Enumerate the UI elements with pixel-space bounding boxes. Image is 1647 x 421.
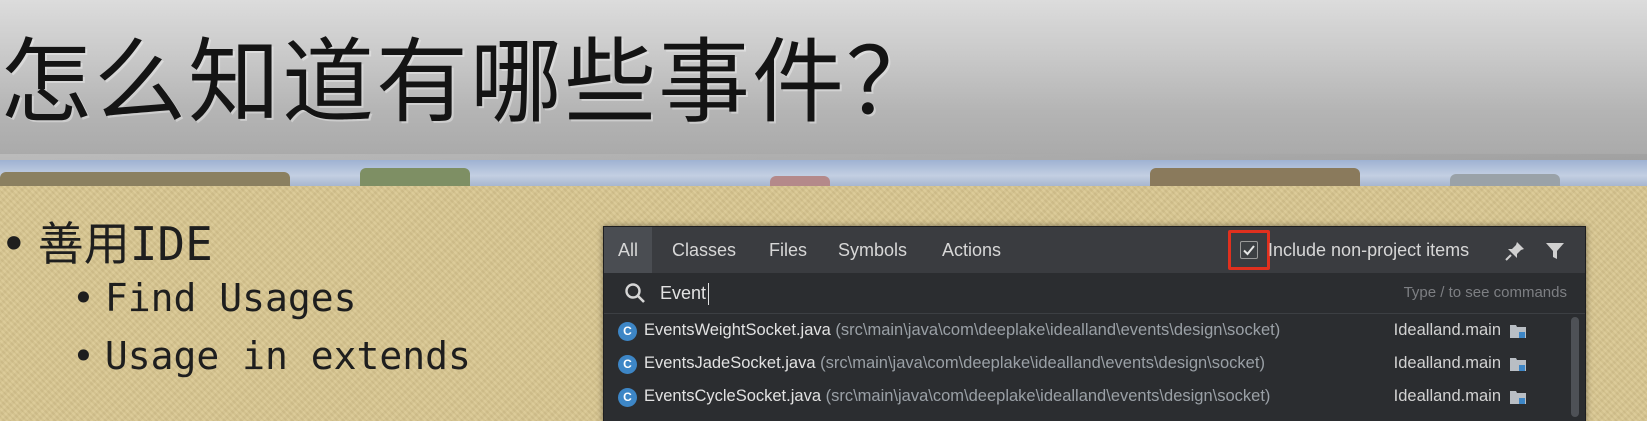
terrain-block: [770, 176, 830, 186]
result-filename: EventsWeightSocket.java: [644, 321, 831, 339]
bullet-dot: •: [72, 276, 95, 320]
result-row[interactable]: C EventsJadeSocket.java (src\main\java\c…: [604, 347, 1585, 380]
module-folder-icon: [1510, 325, 1526, 338]
slide-title: 怎么知道有哪些事件？: [0, 29, 941, 136]
terrain-block: [1450, 174, 1560, 186]
class-icon: C: [618, 355, 637, 374]
search-everywhere-popup: All Classes Files Symbols Actions Includ…: [603, 226, 1586, 421]
check-icon: [1243, 245, 1255, 256]
search-input[interactable]: [660, 277, 1300, 309]
search-row: Type / to see commands: [604, 273, 1585, 314]
include-non-project-checkbox[interactable]: [1240, 241, 1258, 259]
sub-bullet: • Usage in extends: [72, 334, 471, 378]
result-filename: EventsJadeSocket.java: [644, 354, 816, 372]
sub-bullet-text: Find Usages: [104, 276, 357, 320]
result-module: Idealland.main: [1393, 321, 1501, 339]
include-non-project-label[interactable]: Include non-project items: [1268, 227, 1469, 273]
tab-actions[interactable]: Actions: [942, 227, 1001, 273]
result-label: EventsJadeSocket.java (src\main\java\com…: [644, 347, 1265, 380]
command-hint: Type / to see commands: [1403, 284, 1567, 301]
results-scrollbar[interactable]: [1571, 317, 1579, 417]
filter-icon[interactable]: [1544, 240, 1566, 262]
result-label: EventsCycleSocket.java (src\main\java\co…: [644, 380, 1270, 413]
text-caret: [708, 283, 709, 305]
bullet-main-text: 善用IDE: [37, 217, 213, 271]
scenery-strip: [0, 160, 1647, 186]
search-icon: [625, 283, 645, 303]
result-row[interactable]: C EventsCycleSocket.java (src\main\java\…: [604, 380, 1585, 413]
sub-bullet: • Find Usages: [72, 276, 357, 320]
result-row[interactable]: C EventsWeightSocket.java (src\main\java…: [604, 314, 1585, 347]
bullet-dot: •: [0, 217, 28, 271]
module-folder-icon: [1510, 358, 1526, 371]
class-icon: C: [618, 322, 637, 341]
tree-block: [360, 168, 470, 186]
bullet-main: • 善用IDE: [0, 208, 213, 274]
result-path: (src\main\java\com\deeplake\idealland\ev…: [835, 321, 1281, 339]
result-path: (src\main\java\com\deeplake\idealland\ev…: [825, 387, 1271, 405]
result-module: Idealland.main: [1393, 354, 1501, 372]
tab-classes[interactable]: Classes: [672, 227, 736, 273]
module-folder-icon: [1510, 391, 1526, 404]
tab-files[interactable]: Files: [769, 227, 807, 273]
tab-all[interactable]: All: [604, 227, 653, 273]
tab-symbols[interactable]: Symbols: [838, 227, 907, 273]
scope-tab-bar: All Classes Files Symbols Actions Includ…: [604, 227, 1585, 273]
result-path: (src\main\java\com\deeplake\idealland\ev…: [820, 354, 1265, 372]
terrain-block: [1150, 168, 1360, 186]
bullet-dot: •: [72, 334, 95, 378]
terrain-block: [0, 172, 290, 186]
result-filename: EventsCycleSocket.java: [644, 387, 821, 405]
sub-bullet-text: Usage in extends: [104, 334, 471, 378]
class-icon: C: [618, 388, 637, 407]
highlight-box: [1228, 230, 1270, 270]
result-label: EventsWeightSocket.java (src\main\java\c…: [644, 314, 1280, 347]
pin-icon[interactable]: [1504, 240, 1526, 262]
slide-title-band: 怎么知道有哪些事件？: [0, 0, 1647, 160]
result-module: Idealland.main: [1393, 387, 1501, 405]
